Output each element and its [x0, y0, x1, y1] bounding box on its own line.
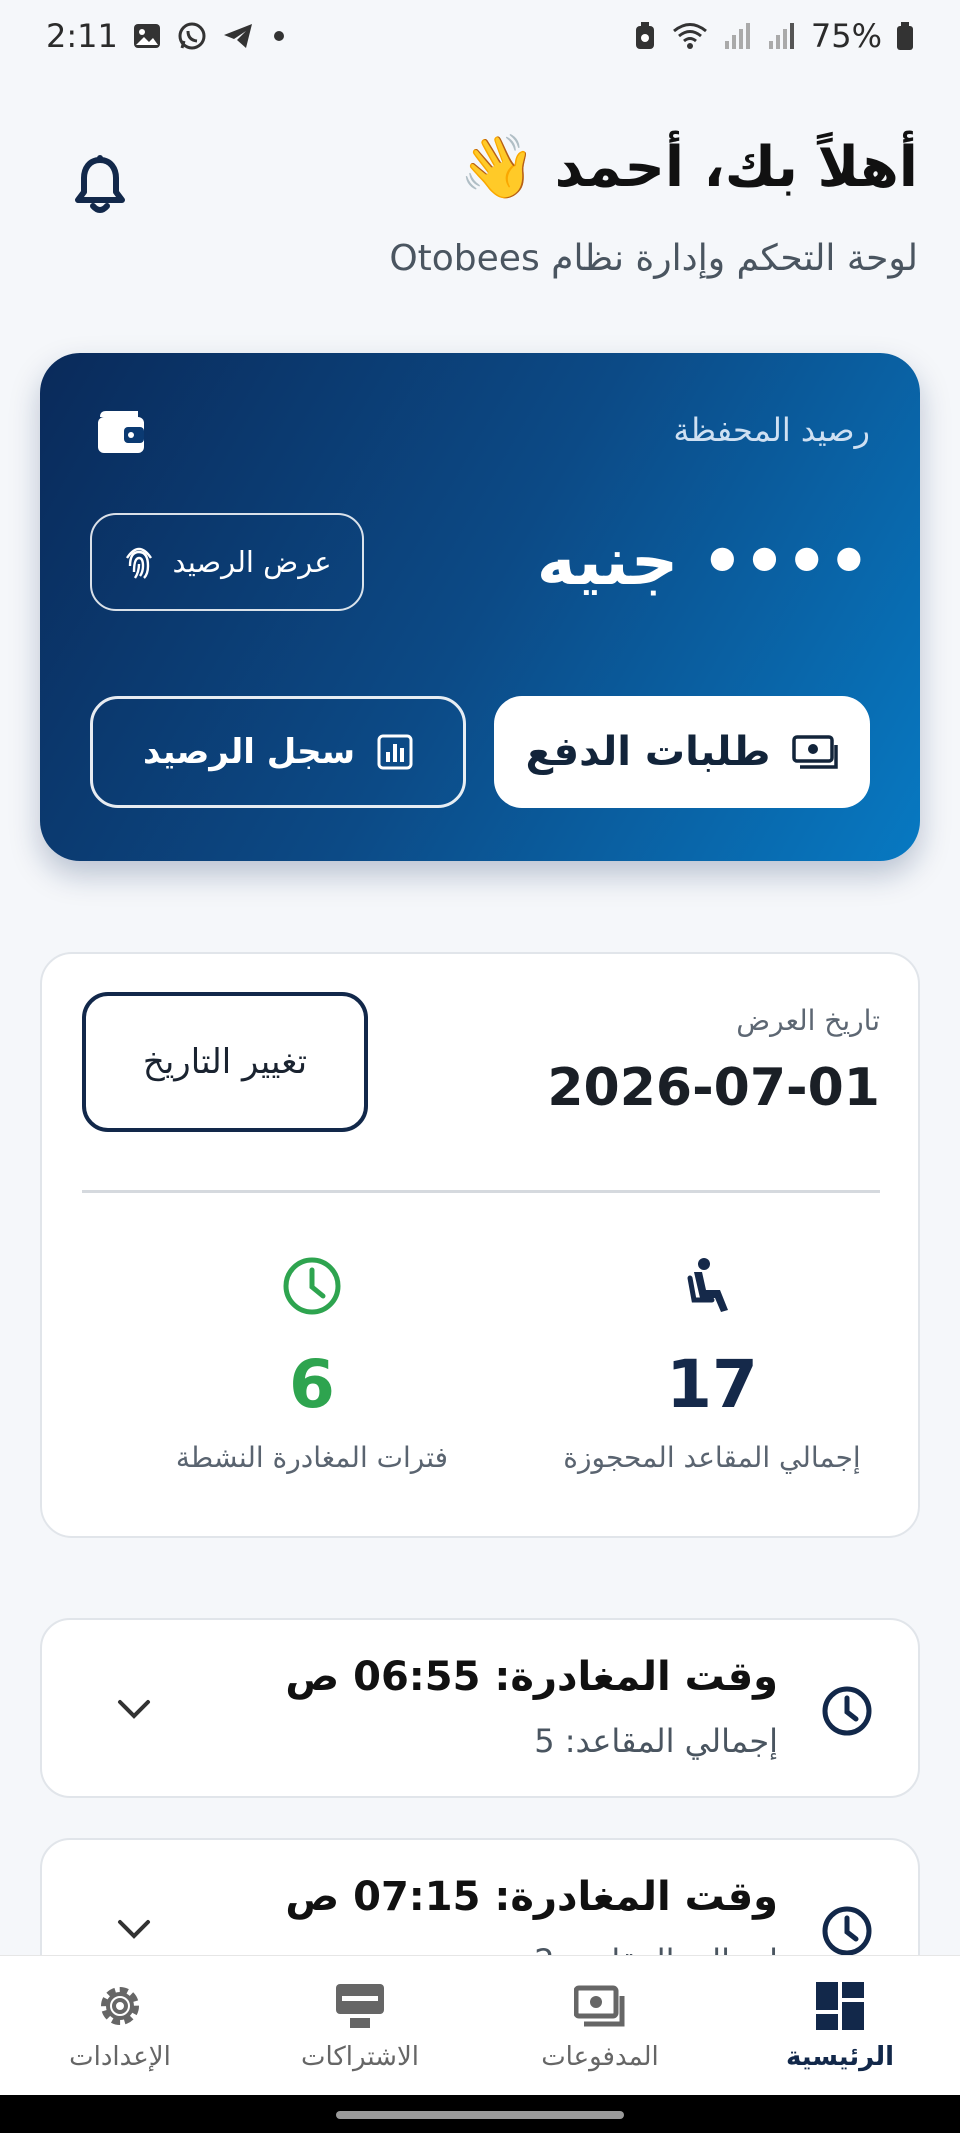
divider: [82, 1190, 880, 1193]
departure-seats: إجمالي المقاعد: 5: [534, 1722, 778, 1760]
booked-seats-label: إجمالي المقاعد المحجوزة: [563, 1441, 861, 1474]
wallet-icon: [98, 411, 144, 453]
header-subtitle: لوحة التحكم وإدارة نظام Otobees: [389, 238, 918, 279]
active-departures-value: 6: [289, 1346, 335, 1423]
show-balance-button[interactable]: عرض الرصيد: [90, 513, 364, 611]
settings-icon: [101, 1986, 139, 2025]
active-departures-label: فترات المغادرة النشطة: [175, 1441, 449, 1474]
subscriptions-icon: [336, 1983, 384, 2028]
clock-icon: [283, 1257, 341, 1315]
booked-seats-value: 17: [666, 1346, 758, 1423]
status-time: 2:11: [46, 17, 118, 55]
wallet-label: رصيد المحفظة: [673, 411, 870, 449]
fingerprint-icon: [126, 547, 153, 579]
nav-item-settings[interactable]: الإعدادات: [10, 1980, 230, 2072]
departure-time: وقت المغادرة: 06:55 ص: [285, 1654, 778, 1700]
bell-icon[interactable]: [72, 154, 128, 218]
change-date-label: تغيير التاريخ: [142, 1042, 308, 1082]
date-card: تاريخ العرض 2026-07-01 تغيير التاريخ 6 ف…: [40, 952, 920, 1538]
greeting: أهلاً بك، أحمد 👋: [459, 130, 918, 204]
home-gesture-handle[interactable]: [336, 2111, 624, 2119]
status-bar: 2:11 75%: [0, 0, 960, 72]
battery-icon: [897, 22, 913, 50]
nav-item-subscriptions[interactable]: الاشتراكات: [250, 1980, 470, 2072]
nav-label-home: الرئيسية: [785, 2041, 895, 2072]
payments-icon: [574, 1985, 625, 2026]
clock-icon: [822, 1906, 872, 1956]
stat-booked-seats: 17 إجمالي المقاعد المحجوزة: [512, 1254, 912, 1474]
nav-item-payments[interactable]: المدفوعات: [490, 1980, 710, 2072]
battery-saver-icon: [635, 22, 654, 49]
clock-icon: [822, 1686, 872, 1736]
show-balance-label: عرض الرصيد: [172, 545, 332, 579]
stat-active-departures: 6 فترات المغادرة النشطة: [112, 1254, 512, 1474]
departure-card[interactable]: وقت المغادرة: 06:55 ص إجمالي المقاعد: 5: [40, 1618, 920, 1798]
wave-emoji: 👋: [459, 130, 537, 203]
wallet-card: رصيد المحفظة •••• جنيه عرض الرصيد طلبات …: [40, 353, 920, 861]
status-left: 2:11: [46, 17, 284, 55]
change-date-button[interactable]: تغيير التاريخ: [82, 992, 368, 1132]
wifi-icon: [672, 23, 707, 49]
chevron-down-icon[interactable]: [114, 1914, 154, 1944]
notification-dot-icon: [273, 31, 284, 41]
wallet-balance: •••• جنيه: [536, 523, 870, 600]
system-gesture-bar: [0, 2095, 960, 2133]
whatsapp-icon: [178, 22, 206, 50]
payment-requests-button[interactable]: طلبات الدفع: [494, 696, 870, 808]
nav-item-home[interactable]: الرئيسية: [730, 1980, 950, 2072]
balance-history-label: سجل الرصيد: [142, 732, 356, 772]
chevron-down-icon[interactable]: [114, 1694, 154, 1724]
balance-history-button[interactable]: سجل الرصيد: [90, 696, 466, 808]
seat-icon: [687, 1258, 728, 1312]
greeting-text: أهلاً بك، أحمد: [554, 134, 918, 200]
nav-label-subscriptions: الاشتراكات: [300, 2041, 420, 2072]
cash-icon: [792, 735, 839, 769]
signal-2-icon: [768, 23, 794, 49]
gallery-icon: [133, 24, 160, 48]
display-date-label: تاريخ العرض: [736, 1004, 880, 1037]
nav-label-settings: الإعدادات: [69, 2041, 171, 2072]
status-right: 75%: [633, 17, 914, 55]
nav-label-payments: المدفوعات: [541, 2041, 659, 2072]
header: أهلاً بك، أحمد 👋 لوحة التحكم وإدارة نظام…: [0, 120, 960, 320]
dashboard-icon: [816, 1981, 864, 2030]
bottom-navigation: الرئيسية المدفوعات الاشتراكات الإعدادات: [0, 1955, 960, 2095]
telegram-icon: [223, 24, 252, 48]
signal-icon: [724, 23, 750, 49]
chart-icon: [377, 734, 413, 770]
payment-requests-label: طلبات الدفع: [525, 729, 771, 775]
battery-percent: 75%: [810, 17, 882, 55]
display-date-value: 2026-07-01: [547, 1058, 880, 1118]
departure-time: وقت المغادرة: 07:15 ص: [285, 1874, 778, 1920]
